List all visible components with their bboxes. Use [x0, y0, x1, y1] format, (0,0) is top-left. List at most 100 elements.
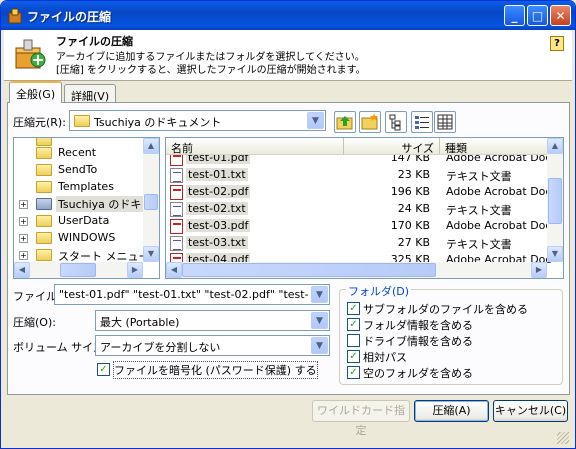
folder-icon [36, 215, 52, 227]
details-view-button[interactable] [434, 111, 456, 133]
minimize-button[interactable]: _ [504, 5, 525, 26]
include-empty-folders-label[interactable]: 空のフォルダを含める [363, 365, 473, 381]
source-folder-select[interactable]: Tsuchiya のドキュメント ▼ [69, 110, 326, 131]
files-vertical-scrollbar[interactable]: ▲ ▼ [547, 138, 563, 262]
tree-vertical-scrollbar[interactable]: ▲ ▼ [143, 138, 159, 262]
volume-size-label: ボリューム サイズ: [13, 341, 108, 354]
chevron-down-icon[interactable]: ▼ [311, 337, 328, 354]
include-folder-info-checkbox[interactable]: ✓ [347, 318, 360, 331]
tree-item-windows[interactable]: + WINDOWS [14, 230, 144, 247]
maximize-button[interactable]: □ [527, 5, 548, 26]
relative-path-checkbox[interactable]: ✓ [347, 350, 360, 363]
column-header-type-overlay[interactable]: 種類 [440, 138, 548, 155]
tree-view-button[interactable] [385, 111, 407, 133]
volume-size-select[interactable]: アーカイブを分割しない ▼ [95, 335, 330, 356]
compression-value: 最大 (Portable) [100, 316, 180, 329]
scroll-thumb[interactable] [144, 194, 158, 210]
tree-item-my-documents[interactable]: + Tsuchiya のドキュメ [14, 196, 159, 213]
file-row[interactable]: test-01.txt 23 KB テキスト文書 [166, 167, 546, 184]
pdf-file-icon [170, 185, 183, 200]
details-view-icon [437, 114, 453, 130]
source-folder-value: Tsuchiya のドキュメント [94, 116, 222, 129]
tab-general[interactable]: 全般(G) [9, 81, 63, 103]
chevron-down-icon[interactable]: ▼ [307, 112, 324, 129]
folder-icon [36, 164, 52, 176]
compression-label: 圧縮(O): [13, 316, 56, 329]
folder-icon [36, 147, 52, 159]
cancel-button[interactable]: キャンセル(C) [493, 400, 568, 422]
scroll-up-icon[interactable]: ▲ [547, 138, 563, 154]
up-folder-button[interactable] [334, 111, 356, 133]
expand-icon[interactable]: + [19, 234, 28, 243]
scroll-down-icon[interactable]: ▼ [547, 246, 563, 262]
tree-item-userdata[interactable]: + UserData [14, 213, 144, 230]
list-view-icon [415, 116, 429, 129]
scroll-left-icon[interactable]: ◀ [14, 262, 30, 278]
expand-icon[interactable]: + [19, 217, 28, 226]
folder-up-icon [336, 116, 353, 130]
file-row[interactable]: test-02.pdf 196 KB Adobe Acrobat Doc [166, 184, 551, 201]
volume-size-value: アーカイブを分割しない [100, 341, 221, 354]
chevron-down-icon[interactable]: ▼ [311, 286, 328, 303]
folder-icon [36, 232, 52, 244]
tree-item-sendto[interactable]: SendTo [14, 162, 144, 179]
list-view-button[interactable] [411, 111, 433, 133]
file-row[interactable]: test-03.txt 27 KB テキスト文書 [166, 235, 546, 252]
compress-dialog: ファイルの圧縮 _ □ ✕ ファイルの圧縮 アーカイブに追加するファイルまたはフ… [0, 0, 576, 449]
scroll-up-icon[interactable]: ▲ [143, 138, 159, 154]
folder-icon [36, 249, 52, 261]
file-row[interactable]: test-03.pdf 170 KB Adobe Acrobat Doc [166, 218, 551, 235]
scroll-thumb[interactable] [182, 263, 436, 277]
include-empty-folders-checkbox[interactable]: ✓ [347, 366, 360, 379]
tree-view-icon [389, 114, 401, 131]
include-subfolder-files-label[interactable]: サブフォルダのファイルを含める [363, 301, 528, 317]
header-description-line2: [圧縮] をクリックすると、選択したファイルの圧縮が開始されます。 [56, 65, 366, 76]
encrypt-label[interactable]: ファイルを暗号化 (パスワード保護) する [113, 361, 318, 379]
include-drive-info-label[interactable]: ドライブ情報を含める [363, 333, 473, 349]
archive-add-icon [15, 39, 46, 69]
chevron-down-icon[interactable]: ▼ [311, 312, 328, 329]
compress-button[interactable]: 圧縮(A) [414, 400, 489, 422]
title-bar[interactable]: ファイルの圧縮 _ □ ✕ [1, 1, 575, 30]
new-folder-button[interactable] [359, 111, 381, 133]
header-title: ファイルの圧縮 [56, 35, 133, 48]
relative-path-label[interactable]: 相対パス [363, 349, 407, 365]
tab-details[interactable]: 詳細(V) [64, 84, 117, 104]
help-icon[interactable]: ? [550, 36, 564, 51]
expand-icon[interactable]: + [19, 200, 28, 209]
include-drive-info-checkbox[interactable] [347, 334, 360, 347]
tree-item-recent[interactable]: Recent [14, 145, 144, 162]
column-header-size-overlay[interactable]: サイズ [344, 138, 440, 155]
file-list[interactable]: 名前 サイズ 種類 test-01.pdf 147 KB Adobe Acrob… [165, 137, 564, 279]
expand-icon[interactable]: + [19, 251, 28, 260]
wildcard-button[interactable]: ワイルドカード指定 [312, 400, 410, 437]
text-file-icon [170, 202, 183, 217]
tree-item-templates[interactable]: Templates [14, 179, 144, 196]
include-subfolder-files-checkbox[interactable]: ✓ [347, 302, 360, 315]
folder-options-legend: フォルダ(D) [346, 283, 412, 299]
pdf-file-icon [170, 219, 183, 234]
scroll-thumb[interactable] [548, 178, 562, 224]
files-horizontal-scrollbar[interactable]: ◀ ▶ [166, 262, 547, 278]
encrypt-checkbox[interactable]: ✓ [97, 363, 110, 376]
tree-horizontal-scrollbar[interactable]: ◀ ▶ [14, 262, 143, 278]
text-file-icon [170, 236, 183, 251]
folder-tree[interactable]: Recent SendTo Templates + Tsuchiya のドキュメ… [13, 137, 160, 279]
scroll-thumb[interactable] [60, 263, 96, 277]
file-row[interactable]: test-02.txt 24 KB テキスト文書 [166, 201, 546, 218]
close-button[interactable]: ✕ [550, 5, 571, 26]
folder-icon [36, 181, 52, 193]
text-file-icon [170, 168, 183, 183]
status-bar [4, 429, 572, 447]
window-title: ファイルの圧縮 [27, 10, 112, 24]
scroll-right-icon[interactable]: ▶ [531, 262, 547, 278]
header-panel: ファイルの圧縮 アーカイブに追加するファイルまたはフォルダを選択してください。 … [4, 30, 572, 81]
resize-grip-icon[interactable] [557, 432, 569, 444]
include-folder-info-label[interactable]: フォルダ情報を含める [363, 317, 473, 333]
scroll-right-icon[interactable]: ▶ [127, 262, 143, 278]
compression-select[interactable]: 最大 (Portable) ▼ [95, 310, 330, 331]
scroll-left-icon[interactable]: ◀ [166, 262, 182, 278]
scroll-down-icon[interactable]: ▼ [143, 246, 159, 262]
column-header-name-overlay[interactable]: 名前 [166, 138, 344, 155]
file-name-input[interactable]: "test-01.pdf" "test-01.txt" "test-02.pdf… [54, 284, 330, 305]
